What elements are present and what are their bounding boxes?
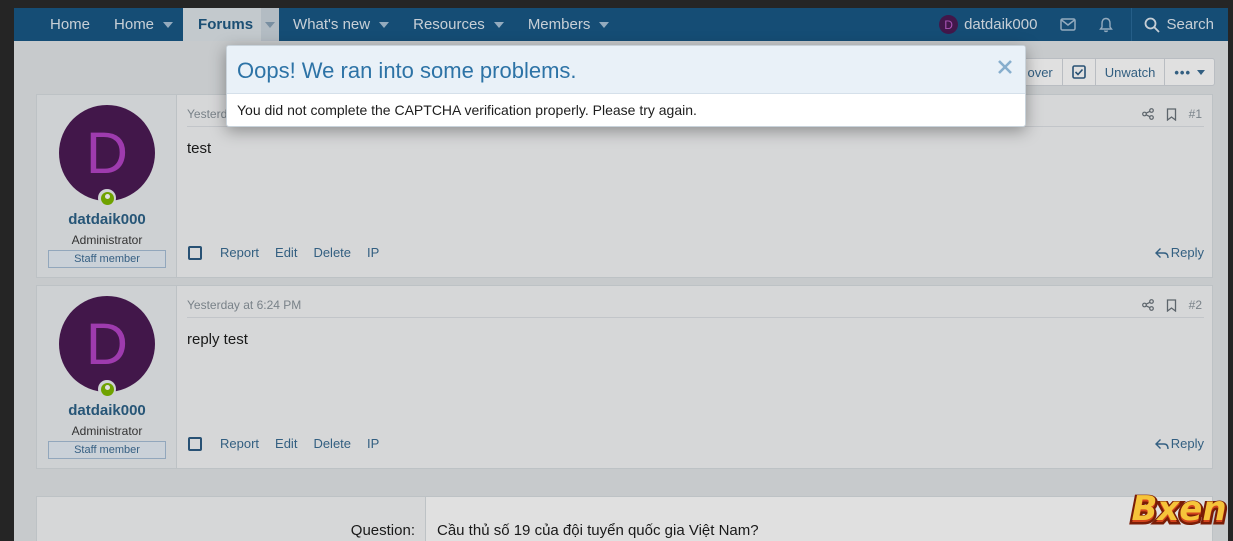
bookmark-icon[interactable]	[1166, 298, 1177, 312]
checkbox-icon	[1071, 65, 1086, 79]
post-username[interactable]: datdaik000	[37, 402, 177, 419]
delete-link[interactable]: Delete	[313, 436, 351, 451]
more-options-button[interactable]: •••	[1164, 59, 1214, 85]
chevron-down-icon[interactable]	[599, 21, 610, 28]
main-nav: Home Home Forums What's new Resources Me…	[14, 8, 1228, 41]
nav-forums-caret-box[interactable]	[261, 8, 280, 41]
chevron-down-icon	[265, 21, 276, 28]
edit-link[interactable]: Edit	[275, 245, 297, 260]
delete-link[interactable]: Delete	[313, 245, 351, 260]
ip-link[interactable]: IP	[367, 436, 379, 451]
reply-icon	[1154, 247, 1169, 258]
alerts-button[interactable]	[1087, 8, 1125, 41]
staff-badge: Staff member	[48, 250, 166, 268]
error-dialog-title: Oops! We ran into some problems.	[237, 58, 577, 83]
nav-home2-label: Home	[114, 16, 155, 33]
thread-toolbar: over Unwatch •••	[996, 58, 1215, 86]
reply-icon	[1154, 438, 1169, 449]
nav-home[interactable]: Home	[14, 8, 114, 41]
logo-text-highlight: Bxen	[1131, 489, 1226, 529]
reply-label: Reply	[1170, 436, 1204, 451]
nav-members-label: Members	[527, 16, 591, 33]
captcha-label: Question:	[350, 522, 415, 539]
post-select-checkbox[interactable]	[188, 436, 202, 451]
more-label: •••	[1174, 64, 1191, 80]
captcha-label-cell: Question:	[37, 497, 426, 541]
nav-forums-label: Forums	[198, 16, 254, 33]
user-title: Administrator	[71, 424, 143, 438]
search-label: Search	[1166, 16, 1214, 33]
post-username[interactable]: datdaik000	[37, 211, 177, 228]
bell-icon	[1099, 17, 1114, 32]
post-user-block: D datdaik000 Administrator Staff member	[37, 286, 177, 468]
account-menu[interactable]: D datdaik000	[929, 8, 1049, 41]
post-footer: Report Edit Delete IP Reply	[188, 245, 1204, 260]
avatar[interactable]: D	[59, 296, 155, 392]
nav-home-label: Home	[50, 16, 91, 33]
reply-button[interactable]: Reply	[1154, 436, 1204, 451]
nav-members[interactable]: Members	[514, 8, 620, 41]
nav-home-dropdown[interactable]: Home	[114, 8, 183, 41]
inbox-button[interactable]	[1049, 8, 1087, 41]
user-avatar: D	[939, 15, 959, 34]
post-user-block: D datdaik000 Administrator Staff member	[37, 95, 177, 277]
bookmark-icon[interactable]	[1166, 107, 1177, 121]
chevron-down-icon[interactable]	[163, 21, 174, 28]
search-button[interactable]: Search	[1131, 8, 1228, 41]
nav-whats-new-label: What's new	[293, 16, 371, 33]
post-number[interactable]: #1	[1189, 107, 1202, 121]
close-icon[interactable]	[995, 57, 1015, 77]
staff-badge: Staff member	[48, 441, 166, 459]
unwatch-button[interactable]: Unwatch	[1094, 59, 1165, 85]
edit-link[interactable]: Edit	[275, 436, 297, 451]
chevron-down-icon[interactable]	[493, 21, 504, 28]
error-dialog-message: You did not complete the CAPTCHA verific…	[237, 102, 697, 118]
chevron-down-icon	[1197, 69, 1205, 75]
nav-resources[interactable]: Resources	[399, 8, 514, 41]
chevron-down-icon[interactable]	[379, 21, 390, 28]
report-link[interactable]: Report	[220, 436, 259, 451]
user-title: Administrator	[71, 233, 143, 247]
account-username: datdaik000	[964, 16, 1038, 33]
online-status-icon	[98, 189, 116, 207]
captcha-question-row: Question: Cầu thủ số 19 của đội tuyển qu…	[36, 496, 1213, 541]
post-select-checkbox[interactable]	[188, 245, 202, 260]
unwatch-label: Unwatch	[1104, 64, 1156, 80]
select-toggle[interactable]	[1061, 59, 1095, 85]
envelope-icon	[1060, 18, 1077, 31]
avatar[interactable]: D	[59, 105, 155, 201]
post-number[interactable]: #2	[1189, 298, 1202, 312]
search-icon	[1145, 17, 1161, 33]
ip-link[interactable]: IP	[367, 245, 379, 260]
reply-label: Reply	[1170, 245, 1204, 260]
nav-forums[interactable]: Forums	[183, 8, 280, 41]
nav-whats-new[interactable]: What's new	[279, 8, 399, 41]
post-body: test	[187, 140, 212, 157]
error-dialog: Oops! We ran into some problems. You did…	[226, 45, 1026, 127]
share-icon[interactable]	[1141, 108, 1154, 120]
bxen-logo: Bxen Bxen	[1129, 489, 1229, 534]
captcha-question: Cầu thủ số 19 của đội tuyển quốc gia Việ…	[437, 522, 759, 539]
post-header-actions: #2	[1141, 298, 1202, 312]
report-link[interactable]: Report	[220, 245, 259, 260]
post-main: Yesterday at 6:24 PM #2 reply test Repor…	[178, 286, 1212, 468]
post-footer: Report Edit Delete IP Reply	[188, 436, 1204, 451]
reply-button[interactable]: Reply	[1154, 245, 1204, 260]
post-timestamp[interactable]: Yesterday at 6:24 PM	[187, 298, 1212, 312]
post: D datdaik000 Administrator Staff member …	[36, 285, 1213, 469]
error-dialog-header: Oops! We ran into some problems.	[227, 46, 1025, 94]
hover-label: over	[1027, 64, 1053, 80]
nav-resources-label: Resources	[413, 16, 485, 33]
post-header-actions: #1	[1141, 107, 1202, 121]
online-status-icon	[98, 380, 116, 398]
post-body: reply test	[187, 331, 248, 348]
share-icon[interactable]	[1141, 299, 1154, 311]
